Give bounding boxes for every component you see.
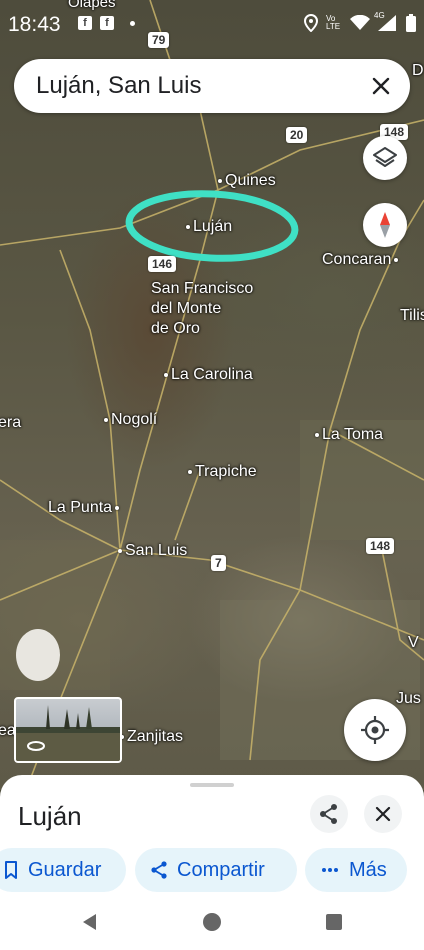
city-dot bbox=[218, 178, 222, 183]
close-icon bbox=[375, 806, 391, 822]
city-dot bbox=[315, 432, 319, 437]
city-label-trapiche[interactable]: Trapiche bbox=[188, 463, 257, 481]
salt-flat bbox=[16, 629, 60, 681]
city-label-la-toma[interactable]: La Toma bbox=[315, 426, 383, 444]
status-icons: Vo LTE 4G bbox=[304, 11, 416, 32]
city-dot bbox=[186, 224, 190, 229]
city-dot bbox=[118, 548, 122, 553]
map-roads-layer bbox=[0, 0, 424, 781]
status-time: 18:43 bbox=[8, 13, 61, 36]
my-location-button[interactable] bbox=[344, 699, 406, 761]
city-label-san-luis[interactable]: San Luis bbox=[118, 542, 187, 560]
home-icon[interactable] bbox=[202, 912, 222, 932]
location-icon bbox=[304, 14, 318, 32]
city-dot bbox=[188, 469, 192, 474]
share-icon-button[interactable] bbox=[310, 795, 348, 833]
city-label-lujan[interactable]: Luján bbox=[186, 218, 232, 236]
place-title: Luján bbox=[18, 801, 82, 831]
compass-button[interactable] bbox=[363, 203, 407, 247]
back-icon[interactable] bbox=[80, 912, 100, 932]
route-shield: 7 bbox=[211, 555, 226, 571]
city-label-concaran[interactable]: Concaran bbox=[322, 251, 401, 269]
city-dot bbox=[394, 257, 399, 262]
city-label-la-carolina[interactable]: La Carolina bbox=[164, 366, 253, 384]
street-view-icon bbox=[27, 741, 45, 751]
share-button[interactable]: Compartir bbox=[135, 848, 297, 892]
city-label-quines[interactable]: Quines bbox=[218, 172, 276, 190]
compass-icon bbox=[380, 212, 390, 238]
save-label: Guardar bbox=[28, 858, 102, 881]
layers-button[interactable] bbox=[363, 136, 407, 180]
street-view-thumbnail[interactable] bbox=[14, 697, 122, 763]
status-bar: 18:43 f f Vo LTE 4G bbox=[0, 0, 424, 50]
close-icon[interactable] bbox=[366, 71, 396, 101]
more-icon bbox=[322, 868, 338, 872]
route-shield: 148 bbox=[366, 538, 395, 554]
sheet-drag-handle[interactable] bbox=[190, 783, 234, 787]
wifi-icon bbox=[350, 15, 370, 30]
city-dot bbox=[115, 505, 120, 510]
recents-icon[interactable] bbox=[325, 913, 343, 931]
share-icon bbox=[151, 861, 167, 879]
route-shield: 146 bbox=[148, 256, 177, 272]
share-icon bbox=[320, 804, 337, 824]
more-button[interactable]: Más bbox=[305, 848, 407, 892]
share-label: Compartir bbox=[177, 858, 265, 881]
facebook-notification-icon: f bbox=[100, 16, 114, 30]
search-bar[interactable]: Luján, San Luis bbox=[14, 59, 410, 113]
city-label-zanjitas[interactable]: Zanjitas bbox=[120, 728, 183, 746]
cell-signal-icon: 4G bbox=[374, 11, 398, 31]
bookmark-icon bbox=[5, 861, 17, 879]
battery-icon bbox=[406, 14, 416, 32]
more-notifications-dot bbox=[130, 21, 135, 26]
satellite-map[interactable]: 79 20 148 146 7 148 Olapes D Quines Lujá… bbox=[0, 0, 424, 790]
save-button[interactable]: Guardar bbox=[0, 848, 126, 892]
city-label[interactable]: D bbox=[412, 62, 424, 80]
volte-icon: Vo LTE bbox=[326, 14, 341, 31]
system-navigation-bar bbox=[0, 900, 424, 950]
more-label: Más bbox=[349, 858, 387, 881]
city-label-san-francisco[interactable]: San Francisco del Monte de Oro bbox=[151, 279, 253, 339]
search-query[interactable]: Luján, San Luis bbox=[36, 72, 201, 100]
layers-icon bbox=[373, 147, 397, 167]
close-sheet-button[interactable] bbox=[364, 795, 402, 833]
city-label-la-punta[interactable]: La Punta bbox=[48, 499, 122, 517]
city-label[interactable]: era bbox=[0, 414, 21, 432]
city-dot bbox=[164, 372, 168, 377]
route-shield: 20 bbox=[286, 127, 308, 143]
city-label[interactable]: Tilis bbox=[400, 307, 424, 325]
facebook-notification-icon: f bbox=[78, 16, 92, 30]
city-label-nogoli[interactable]: Nogolí bbox=[104, 411, 157, 429]
city-dot bbox=[104, 417, 108, 422]
city-label[interactable]: V bbox=[408, 634, 419, 652]
my-location-icon bbox=[361, 716, 389, 744]
